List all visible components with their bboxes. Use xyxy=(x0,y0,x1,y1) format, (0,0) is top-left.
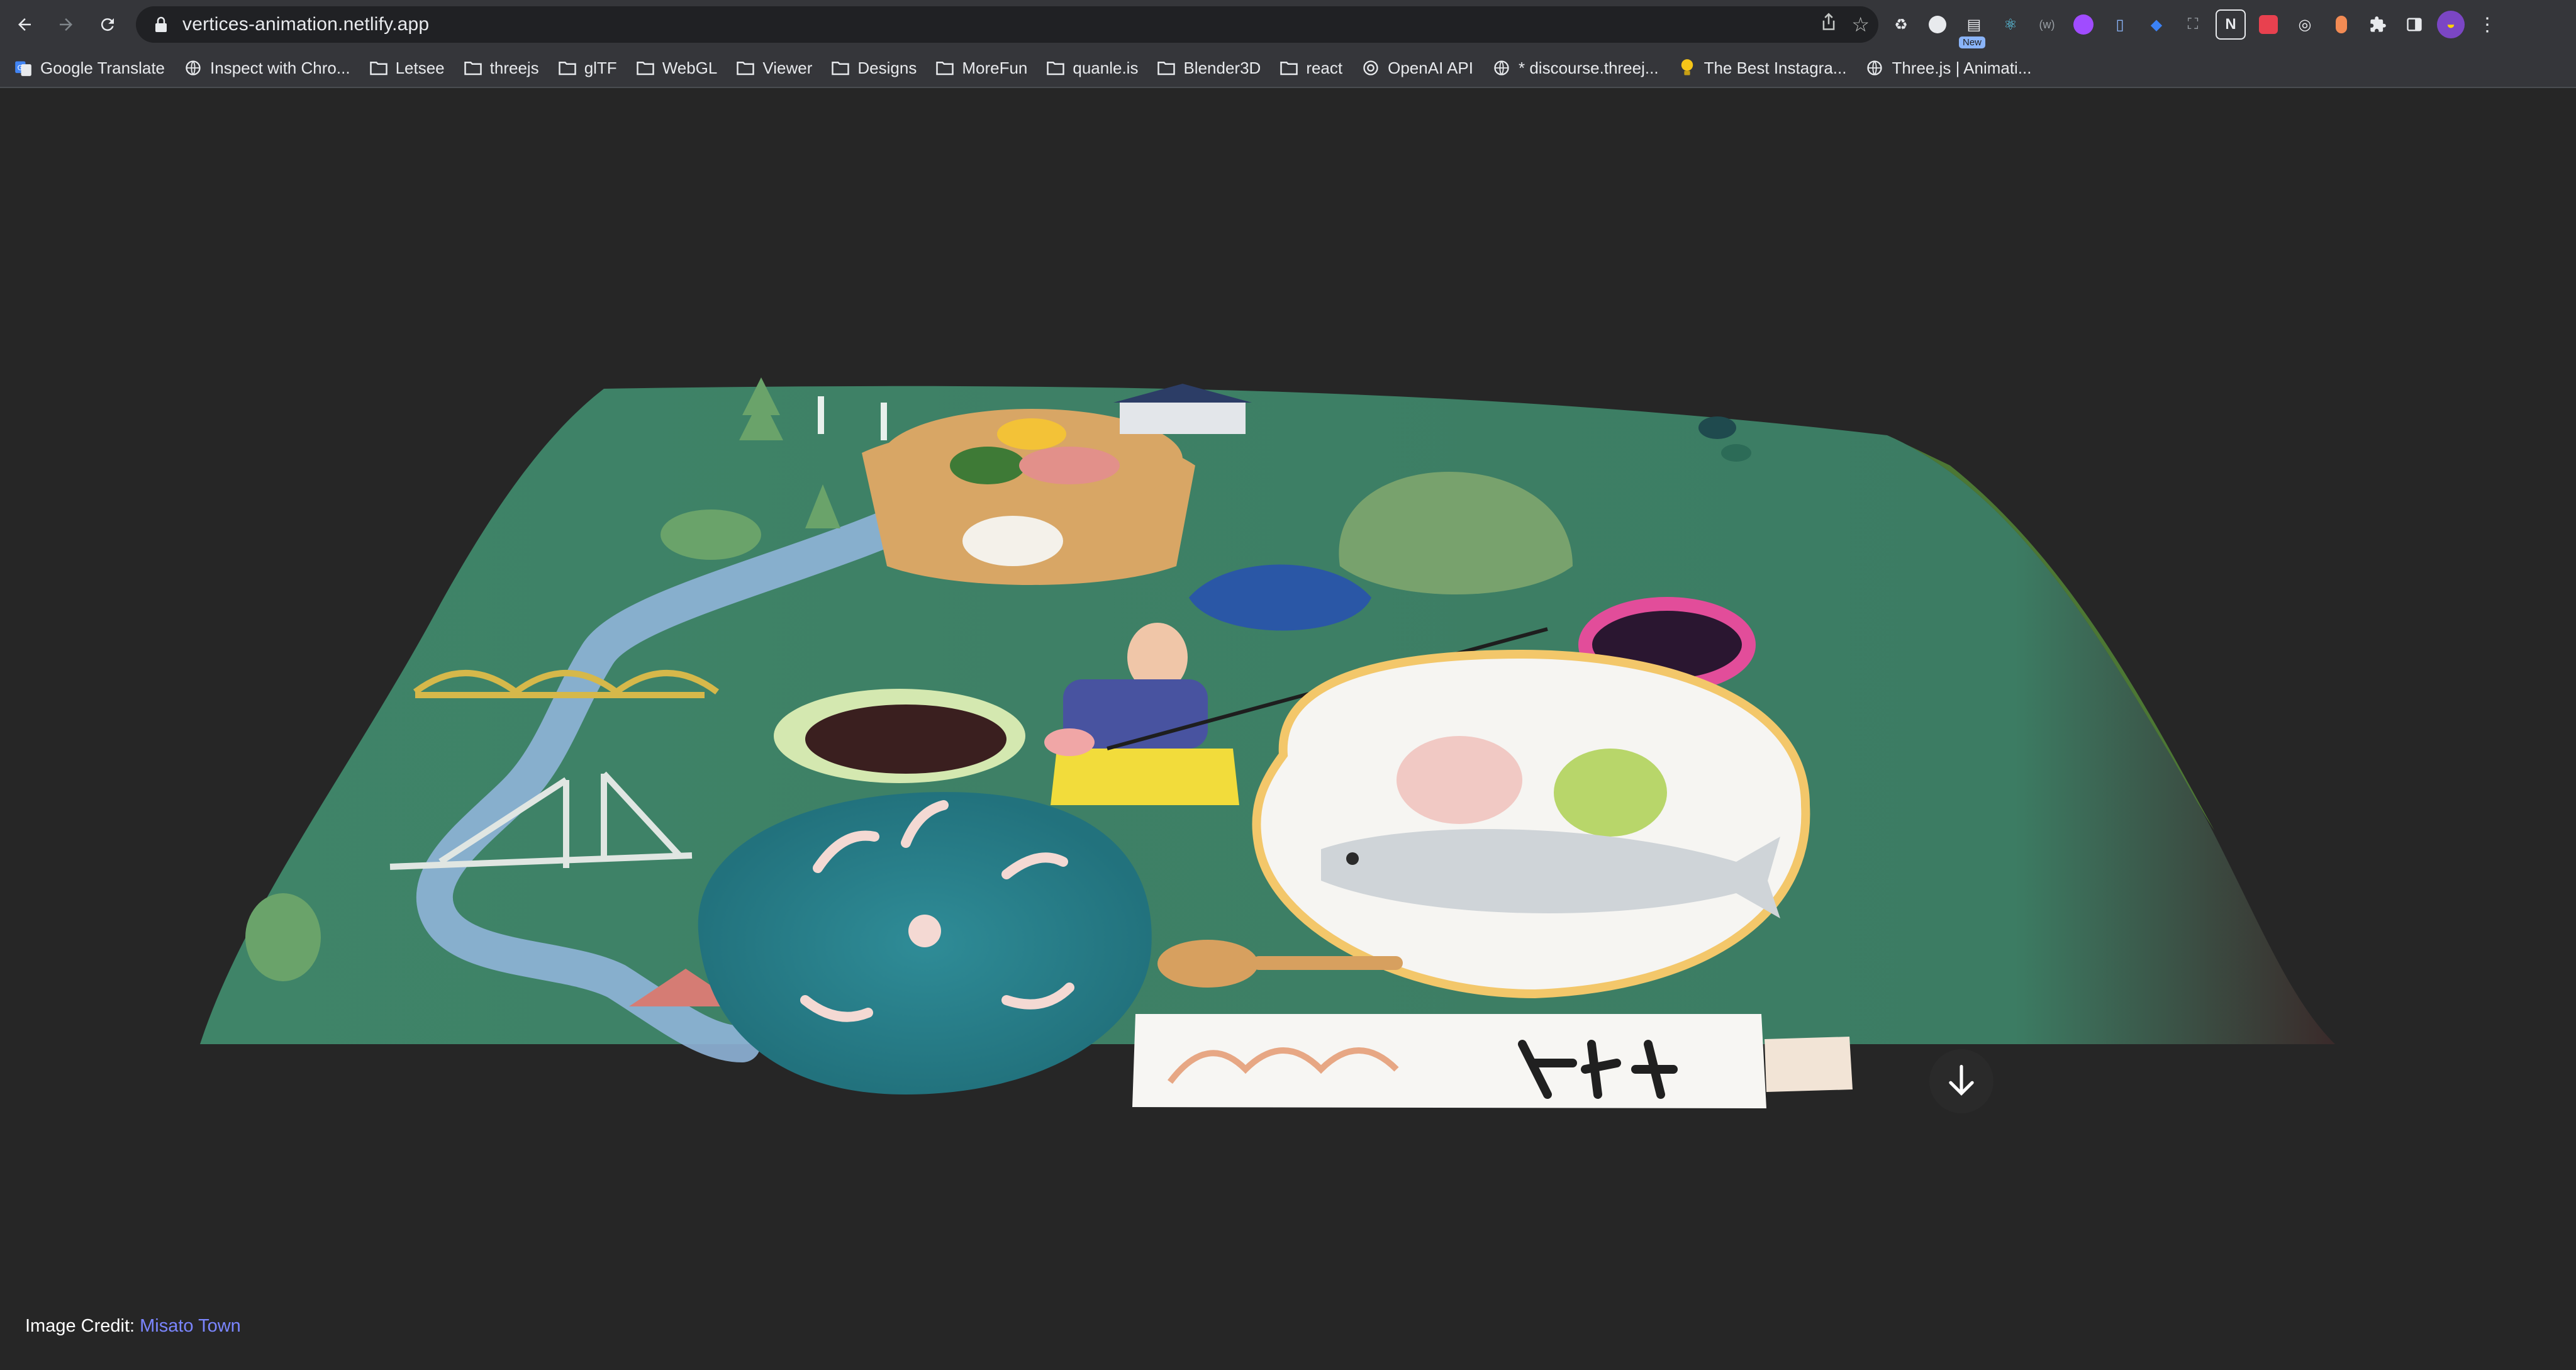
fish-plate xyxy=(1252,649,1810,999)
browser-toolbar: vertices-animation.netlify.app ☆ ♻ ▤ New … xyxy=(0,0,2576,49)
image-credit: Image Credit: Misato Town xyxy=(25,1316,241,1337)
bookmark-label: quanle.is xyxy=(1073,58,1139,77)
bookmarks-bar: G Google Translate Inspect with Chro... Let… xyxy=(0,49,2576,88)
bookmark-label: Letsee xyxy=(395,58,445,77)
puzzle-extensions-icon[interactable] xyxy=(2364,11,2392,38)
globe-icon xyxy=(1865,58,1884,77)
notion-extension-icon[interactable]: N xyxy=(2216,9,2246,40)
fish-eye xyxy=(1346,852,1359,865)
food-bowl-illustration xyxy=(862,409,1195,585)
bookmark-star-icon[interactable]: ☆ xyxy=(1851,13,1870,36)
share-icon[interactable] xyxy=(1820,13,1837,36)
folder-icon xyxy=(636,58,655,77)
folder-icon xyxy=(736,58,755,77)
soy-sauce-inner xyxy=(805,704,1006,774)
bookmark-item[interactable]: react xyxy=(1280,58,1342,78)
recycle-extension-icon[interactable]: ♻ xyxy=(1887,11,1915,38)
bookmark-item[interactable]: The Best Instagra... xyxy=(1678,58,1847,78)
spoon-handle xyxy=(1252,956,1403,970)
bookmark-item[interactable]: MoreFun xyxy=(935,58,1027,78)
arrow-left-icon xyxy=(18,18,31,31)
folder-icon xyxy=(935,58,954,77)
new-badge: New xyxy=(1959,36,1986,48)
svg-text:G: G xyxy=(18,65,23,72)
screenshot-extension-icon[interactable]: ⛶ xyxy=(2179,11,2207,38)
arrow-down-icon xyxy=(1949,1064,1974,1096)
folder-icon xyxy=(831,58,850,77)
bookmark-label: The Best Instagra... xyxy=(1703,58,1847,77)
extension-round-icon[interactable] xyxy=(1924,11,1951,38)
address-bar[interactable]: vertices-animation.netlify.app ☆ xyxy=(136,6,1878,43)
bookmark-label: MoreFun xyxy=(962,58,1028,77)
wappalyzer-icon[interactable]: (w) xyxy=(2033,11,2061,38)
bookmark-item[interactable]: Designs xyxy=(831,58,917,78)
bookmark-label: Inspect with Chro... xyxy=(210,58,350,77)
orange-extension-icon[interactable] xyxy=(2328,11,2355,38)
folder-icon xyxy=(1046,58,1065,77)
bookmark-label: Blender3D xyxy=(1183,58,1261,77)
bookmark-item[interactable]: quanle.is xyxy=(1046,58,1138,78)
bookmark-label: * discourse.threej... xyxy=(1519,58,1659,77)
bookmark-label: Three.js | Animati... xyxy=(1892,58,2032,77)
docs-extension-icon[interactable]: ▯ xyxy=(2106,11,2134,38)
folder-icon xyxy=(558,58,577,77)
wooden-spoon xyxy=(1157,940,1258,988)
gem-extension-icon[interactable]: ◆ xyxy=(2143,11,2170,38)
side-panel-icon[interactable] xyxy=(2400,11,2428,38)
more-menu-icon[interactable]: ⋮ xyxy=(2473,11,2501,38)
bookmark-item[interactable]: Viewer xyxy=(736,58,812,78)
bookmark-label: glTF xyxy=(584,58,617,77)
globe-icon xyxy=(184,58,203,77)
back-button[interactable] xyxy=(8,8,42,42)
extensions-bar: ♻ ▤ New ⚛ (w) ▯ ◆ ⛶ N ◎ ◒ ⋮ xyxy=(1887,6,2501,48)
scroll-down-button[interactable] xyxy=(1929,1049,1993,1113)
folder-icon xyxy=(1280,58,1298,77)
target-extension-icon[interactable]: ◎ xyxy=(2291,11,2319,38)
bookmark-item[interactable]: G Google Translate xyxy=(14,58,165,78)
openai-icon xyxy=(1361,58,1380,77)
image-credit-link[interactable]: Misato Town xyxy=(140,1316,241,1336)
bookmark-label: react xyxy=(1306,58,1343,77)
folder-icon xyxy=(464,58,482,77)
bookmark-item[interactable]: glTF xyxy=(558,58,617,78)
bookmark-label: Viewer xyxy=(762,58,813,77)
bookmark-label: Google Translate xyxy=(40,58,165,77)
bookmark-item[interactable]: Inspect with Chro... xyxy=(184,58,350,78)
omnibox-actions: ☆ xyxy=(1820,6,1870,43)
profile-avatar[interactable]: ◒ xyxy=(2437,11,2465,38)
green-apple xyxy=(1554,749,1667,837)
lightbulb-icon xyxy=(1678,58,1697,77)
salad-piece xyxy=(1397,736,1522,824)
react-devtools-icon[interactable]: ⚛ xyxy=(1997,11,2024,38)
bookmark-item[interactable]: threejs xyxy=(464,58,539,78)
bookmark-item[interactable]: * discourse.threej... xyxy=(1492,58,1659,78)
forward-button[interactable] xyxy=(49,8,83,42)
new-extension-icon[interactable]: ▤ New xyxy=(1959,11,1988,48)
globe-icon xyxy=(1492,58,1511,77)
folder-icon xyxy=(369,58,388,77)
bookmark-label: OpenAI API xyxy=(1388,58,1473,77)
restaurant-sign xyxy=(1132,1014,1853,1108)
animated-image-plane[interactable] xyxy=(0,88,2576,1370)
page-viewport xyxy=(0,88,2576,1370)
lock-icon[interactable] xyxy=(148,12,174,37)
folder-icon xyxy=(1157,58,1176,77)
url-text[interactable]: vertices-animation.netlify.app xyxy=(182,14,429,35)
bookmark-label: WebGL xyxy=(662,58,718,77)
red-extension-icon[interactable] xyxy=(2255,11,2282,38)
bookmark-label: threejs xyxy=(489,58,539,77)
reload-button[interactable] xyxy=(91,8,125,42)
bookmark-item[interactable]: Letsee xyxy=(369,58,445,78)
image-credit-label: Image Credit: xyxy=(25,1316,140,1336)
bookmark-item[interactable]: Three.js | Animati... xyxy=(1865,58,2032,78)
bookmark-label: Designs xyxy=(857,58,917,77)
bookmark-item[interactable]: Blender3D xyxy=(1157,58,1261,78)
google-translate-icon: G xyxy=(14,58,33,77)
bookmark-item[interactable]: OpenAI API xyxy=(1361,58,1473,78)
bookmark-item[interactable]: WebGL xyxy=(636,58,718,78)
reload-icon xyxy=(101,18,114,31)
purple-extension-icon[interactable] xyxy=(2070,11,2097,38)
patterned-plate xyxy=(698,792,1152,1094)
arrow-right-icon xyxy=(60,18,72,31)
